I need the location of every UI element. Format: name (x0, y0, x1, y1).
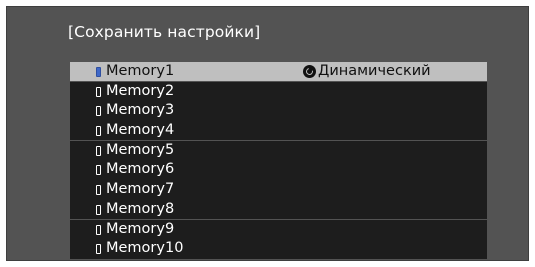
memory-item-10[interactable]: Memory10 (70, 239, 487, 259)
memory-item-label: Memory5 (106, 141, 175, 158)
memory-item-1[interactable]: Memory1 Динамический (70, 62, 487, 82)
memory-item-label: Memory6 (106, 161, 175, 178)
memory-slot-icon (96, 106, 101, 117)
memory-slot-icon (96, 185, 101, 196)
color-mode-icon (303, 65, 316, 78)
memory-list: Memory1 Динамический Memory2 Memory3 Mem… (70, 62, 487, 259)
memory-slot-icon (96, 145, 101, 156)
memory-slot-icon (96, 204, 101, 215)
memory-item-label: Memory3 (106, 102, 175, 119)
memory-item-label: Memory9 (106, 220, 175, 237)
memory-item-8[interactable]: Memory8 (70, 199, 487, 220)
memory-item-label: Memory10 (106, 240, 184, 257)
memory-slot-icon (96, 86, 101, 97)
memory-item-label: Memory8 (106, 200, 175, 217)
memory-item-label: Memory4 (106, 122, 175, 139)
memory-item-2[interactable]: Memory2 (70, 81, 487, 102)
memory-item-9[interactable]: Memory9 (70, 219, 487, 239)
memory-item-label: Memory2 (106, 82, 175, 99)
memory-item-7[interactable]: Memory7 (70, 180, 487, 200)
memory-slot-icon (96, 165, 101, 176)
dialog-title: [Сохранить настройки] (68, 23, 261, 41)
color-mode-label: Динамический (318, 63, 431, 79)
memory-slot-icon (96, 67, 101, 77)
memory-slot-icon (96, 126, 101, 137)
memory-item-label: Memory1 (106, 63, 175, 79)
osd-dialog: [Сохранить настройки] Memory1 Динамическ… (6, 6, 529, 261)
memory-item-label: Memory7 (106, 181, 175, 198)
memory-item-6[interactable]: Memory6 (70, 160, 487, 180)
memory-item-5[interactable]: Memory5 (70, 140, 487, 161)
memory-slot-icon (96, 244, 101, 255)
memory-slot-icon (96, 224, 101, 235)
memory-item-3[interactable]: Memory3 (70, 101, 487, 121)
memory-item-4[interactable]: Memory4 (70, 121, 487, 141)
